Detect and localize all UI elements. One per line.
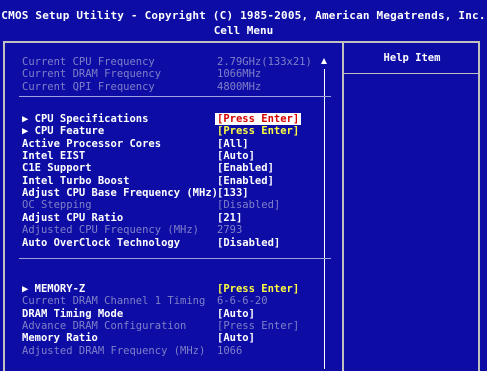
setting-label: Adjusted DRAM Frequency (MHz) [22, 344, 206, 357]
setting-label: ▶ CPU Feature [22, 125, 105, 138]
setting-value[interactable]: [21] [217, 212, 242, 225]
setting-label: ▶ MEMORY-Z [22, 283, 86, 295]
setting-value[interactable]: [Auto] [217, 308, 255, 321]
setting-label: Advance DRAM Configuration [22, 320, 187, 333]
selected-value-highlight[interactable]: [Press Enter] [215, 113, 302, 125]
scroll-track[interactable] [324, 69, 325, 369]
setting-value: 2793 [217, 224, 243, 237]
section-divider [19, 258, 331, 259]
setting-value[interactable]: [Auto] [217, 332, 255, 345]
setting-label: Current DRAM Frequency [22, 68, 162, 81]
setting-label: C1E Support [22, 162, 92, 175]
setting-label: Current QPI Frequency [22, 80, 155, 93]
setting-label: Intel Turbo Boost [22, 174, 130, 187]
setting-value: [Press Enter] [217, 320, 300, 333]
setting-label: Intel EIST [22, 150, 86, 163]
setting-value[interactable]: [Enabled] [217, 175, 274, 188]
setting-label: DRAM Timing Mode [22, 307, 124, 320]
setting-label: Adjust CPU Base Frequency (MHz) [22, 187, 218, 200]
setting-label: Adjust CPU Ratio [22, 211, 124, 224]
setting-value[interactable]: [Enabled] [217, 162, 274, 175]
setting-label: Auto OverClock Technology [22, 236, 181, 249]
setting-value: 1066 [217, 344, 243, 357]
setting-label: Memory Ratio [22, 332, 98, 345]
setting-value[interactable]: [All] [217, 138, 249, 151]
title-bar: CMOS Setup Utility - Copyright (C) 1985-… [0, 0, 487, 38]
scrollbar[interactable] [320, 51, 330, 371]
setting-value: 4800MHz [217, 80, 262, 93]
setting-label: Adjusted CPU Frequency (MHz) [22, 224, 200, 237]
setting-value: 6-6-6-20 [217, 295, 268, 308]
panel-divider [342, 43, 344, 371]
setting-label: Current DRAM Channel 1 Timing [22, 295, 206, 308]
utility-title: CMOS Setup Utility - Copyright (C) 1985-… [1, 9, 486, 22]
setting-value[interactable]: [Press Enter] [217, 283, 299, 296]
setting-label: ▶ CPU Specifications [22, 113, 149, 125]
setting-label: Active Processor Cores [22, 137, 162, 150]
setting-label: Current CPU Frequency [22, 56, 155, 68]
setting-value[interactable]: [Disabled] [217, 237, 280, 250]
setting-value[interactable]: [133] [217, 187, 249, 200]
menu-title: Cell Menu [213, 24, 274, 37]
scroll-up-arrow-icon[interactable] [321, 58, 327, 64]
setting-value: [Disabled] [217, 199, 281, 212]
setting-value[interactable]: [Auto] [217, 150, 255, 163]
section-divider [19, 96, 331, 97]
setting-value[interactable]: [Press Enter] [217, 125, 299, 138]
main-frame: Help Item Current CPU Frequency 2.79GHz(1… [3, 41, 480, 371]
setting-value[interactable]: [Press Enter] [215, 113, 302, 126]
setting-value: 2.79GHz(133x21) [217, 56, 312, 68]
help-panel-title: Help Item [383, 52, 441, 64]
help-panel-rule [344, 73, 480, 74]
setting-value: 1066MHz [217, 68, 262, 81]
setting-label: OC Stepping [22, 199, 92, 212]
